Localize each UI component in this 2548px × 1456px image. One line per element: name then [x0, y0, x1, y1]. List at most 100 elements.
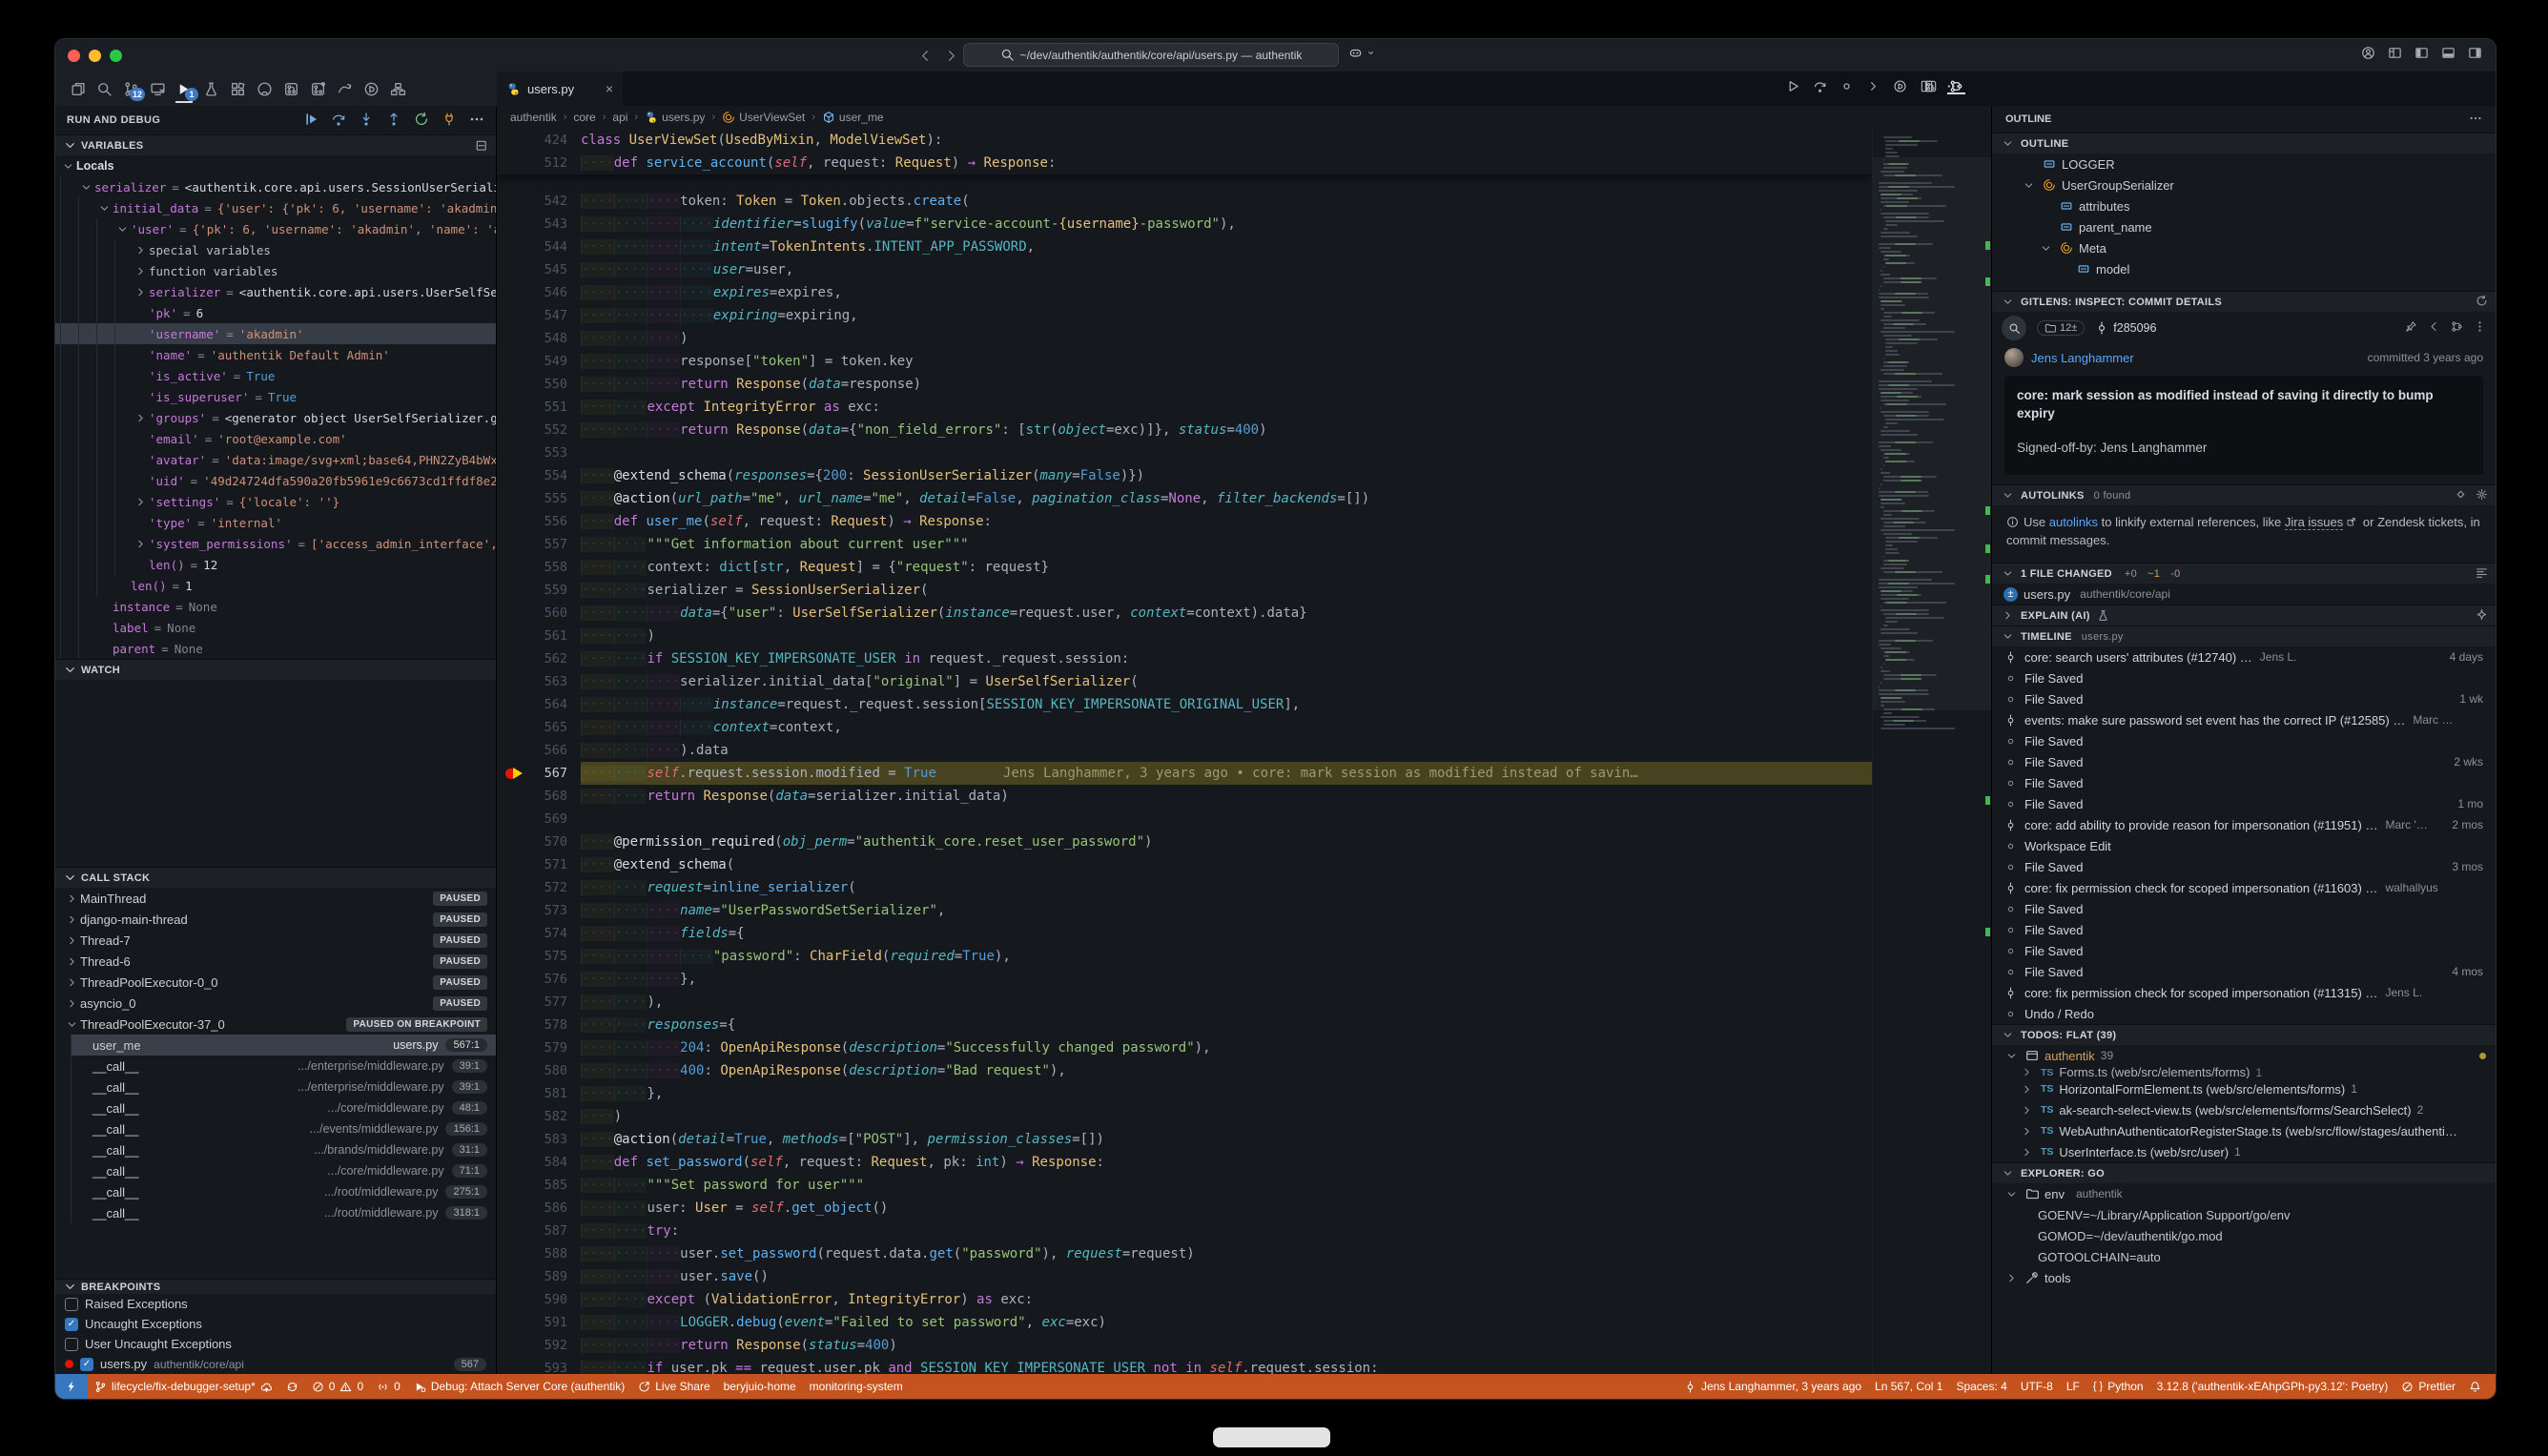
panel-bottom-icon[interactable] — [2441, 46, 2456, 65]
breakpoints-section-header[interactable]: BREAKPOINTS — [55, 1279, 496, 1294]
back-icon[interactable] — [2428, 320, 2440, 336]
watch-section-header[interactable]: WATCH — [55, 659, 496, 680]
breadcrumb-item[interactable]: authentik — [510, 111, 557, 124]
interactive-window-icon[interactable] — [1893, 79, 1907, 98]
activity-item-run-and-debug[interactable]: 1 — [171, 73, 197, 104]
disconnect-button[interactable] — [442, 112, 457, 130]
outline-item[interactable]: UserGroupSerializer — [1992, 174, 2496, 195]
activity-item-testing[interactable] — [197, 73, 224, 104]
status-encoding[interactable]: UTF-8 — [2014, 1374, 2060, 1399]
timeline-item[interactable]: events: make sure password set event has… — [1992, 709, 2496, 730]
status-cursor-position[interactable]: Ln 567, Col 1 — [1868, 1374, 1949, 1399]
variable-row[interactable]: serializer=<authentik.core.api.users.Use… — [55, 281, 496, 302]
status-host-1[interactable]: beryjuio-home — [717, 1374, 803, 1399]
outline-item[interactable]: attributes — [1992, 195, 2496, 216]
status-errors[interactable]: 00 — [305, 1374, 370, 1399]
list-icon[interactable] — [2476, 566, 2488, 582]
restart-button[interactable] — [414, 112, 429, 130]
settings-gear-icon[interactable] — [2476, 488, 2488, 503]
activity-item-github-pull-requests[interactable] — [277, 73, 304, 104]
status-ports[interactable]: 0 — [370, 1374, 407, 1399]
explorer-go-section-header[interactable]: EXPLORER: GO — [1992, 1162, 2496, 1183]
stack-frame-row[interactable]: __call__.../enterprise/middleware.py39:1 — [72, 1056, 496, 1077]
gitlens-inspect-icon[interactable] — [1949, 79, 1963, 98]
thread-row[interactable]: ThreadPoolExecutor-0_0PAUSED — [55, 972, 496, 993]
timeline-item[interactable]: File Saved — [1992, 730, 2496, 751]
breakpoint-checkbox[interactable] — [65, 1338, 78, 1351]
file-changed-section-header[interactable]: 1 FILE CHANGED+0~1-0 — [1992, 563, 2496, 584]
status-host-2[interactable]: monitoring-system — [803, 1374, 910, 1399]
variable-row[interactable]: special variables — [55, 239, 496, 260]
variable-row[interactable]: Locals — [55, 155, 496, 176]
thread-row[interactable]: django-main-threadPAUSED — [55, 909, 496, 930]
activity-item-github[interactable] — [251, 73, 277, 104]
step-over-button[interactable] — [331, 112, 346, 130]
minimize-window-button[interactable] — [89, 50, 101, 62]
variable-row[interactable]: parent=None — [55, 638, 496, 659]
timeline-item[interactable]: File Saved — [1992, 772, 2496, 793]
timeline-item[interactable]: File Saved — [1992, 919, 2496, 940]
command-center-search[interactable]: ~/dev/authentik/authentik/core/api/users… — [963, 43, 1339, 67]
todo-file-row[interactable]: TSHorizontalFormElement.ts (web/src/elem… — [1992, 1078, 2496, 1099]
history-forward-icon[interactable] — [944, 49, 958, 63]
timeline-item[interactable]: File Saved3 mos — [1992, 856, 2496, 877]
variable-row[interactable]: function variables — [55, 260, 496, 281]
status-prettier[interactable]: Prettier — [2394, 1374, 2462, 1399]
todo-file-row[interactable]: TSak-search-select-view.ts (web/src/elem… — [1992, 1099, 2496, 1120]
variable-row[interactable]: initial_data={'user': {'pk': 6, 'usernam… — [55, 197, 496, 218]
go-back-icon[interactable] — [1813, 79, 1827, 98]
status-python-env[interactable]: 3.12.8 ('authentik-xEAhpGPh-py3.12': Poe… — [2150, 1374, 2395, 1399]
stack-frame-row[interactable]: __call__.../root/middleware.py318:1 — [72, 1202, 496, 1223]
copilot-menu[interactable] — [1348, 46, 1376, 60]
diamond-icon[interactable] — [2455, 488, 2467, 503]
breadcrumb-item[interactable]: user_me — [822, 111, 884, 124]
stack-frame-row[interactable]: __call__.../enterprise/middleware.py39:1 — [72, 1077, 496, 1097]
variable-row[interactable]: 'is_superuser'=True — [55, 386, 496, 407]
step-into-button[interactable] — [359, 112, 374, 130]
breakpoint-checkbox[interactable] — [65, 1298, 78, 1311]
activity-item-github-pr-alt[interactable] — [304, 73, 331, 104]
todo-project-row[interactable]: authentik39 — [1992, 1045, 2496, 1066]
autolinks-section-header[interactable]: AUTOLINKS0 found — [1992, 484, 2496, 505]
variable-row[interactable]: instance=None — [55, 596, 496, 617]
timeline-item[interactable]: File Saved2 wks — [1992, 751, 2496, 772]
breakpoint-checkbox[interactable]: ✓ — [80, 1358, 93, 1371]
variable-row[interactable]: 'type'='internal' — [55, 512, 496, 533]
variable-row[interactable]: len()=12 — [55, 554, 496, 575]
status-language[interactable]: { }Python — [2086, 1374, 2150, 1399]
close-window-button[interactable] — [68, 50, 80, 62]
breadcrumb-item[interactable]: core — [573, 111, 595, 124]
outline-item[interactable]: LOGGER — [1992, 154, 2496, 174]
activity-item-gitlens[interactable] — [331, 73, 358, 104]
line-number-gutter[interactable]: 567 — [497, 762, 581, 785]
history-back-icon[interactable] — [918, 49, 933, 63]
status-blame[interactable]: Jens Langhammer, 3 years ago — [1677, 1374, 1868, 1399]
stack-frame-row[interactable]: __call__.../root/middleware.py275:1 — [72, 1181, 496, 1202]
todo-file-row[interactable]: TSWebAuthnAuthenticatorRegisterStage.ts … — [1992, 1120, 2496, 1141]
breadcrumb-item[interactable]: api — [612, 111, 627, 124]
variable-row[interactable]: serializer=<authentik.core.api.users.Ses… — [55, 176, 496, 197]
files-changed-badge[interactable]: 12± — [2037, 320, 2085, 336]
variable-row[interactable]: 'avatar'='data:image/svg+xml;base64,PHN2… — [55, 449, 496, 470]
panel-right-icon[interactable] — [2468, 46, 2482, 65]
status-eol[interactable]: LF — [2060, 1374, 2086, 1399]
variable-row[interactable]: 'settings'={'locale': ''} — [55, 491, 496, 512]
stack-frame-row[interactable]: __call__.../events/middleware.py156:1 — [72, 1118, 496, 1139]
code-editor[interactable]: 424class UserViewSet(UsedByMixin, ModelV… — [497, 129, 1872, 1374]
todos-section-header[interactable]: TODOS: FLAT (39) — [1992, 1024, 2496, 1045]
timeline-item[interactable]: core: add ability to provide reason for … — [1992, 814, 2496, 835]
tab-users-py[interactable]: users.py × — [497, 72, 623, 106]
activity-item-extensions[interactable] — [224, 73, 251, 104]
variable-row[interactable]: 'pk'=6 — [55, 302, 496, 323]
variable-row[interactable]: label=None — [55, 617, 496, 638]
run-menu-button[interactable] — [1786, 79, 1800, 98]
kebab-menu-icon[interactable] — [2474, 320, 2486, 336]
sparkle-icon[interactable] — [2476, 608, 2488, 624]
breakpoint-row[interactable]: ✓Uncaught Exceptions — [55, 1314, 496, 1334]
variable-row[interactable]: 'username'='akadmin' — [55, 323, 496, 344]
activity-item-remote-explorer[interactable] — [144, 73, 171, 104]
variables-section-header[interactable]: VARIABLES — [55, 134, 496, 155]
breakpoint-checkbox[interactable]: ✓ — [65, 1318, 78, 1331]
outline-item[interactable]: parent_name — [1992, 216, 2496, 237]
run-cell-icon[interactable] — [1839, 79, 1854, 98]
